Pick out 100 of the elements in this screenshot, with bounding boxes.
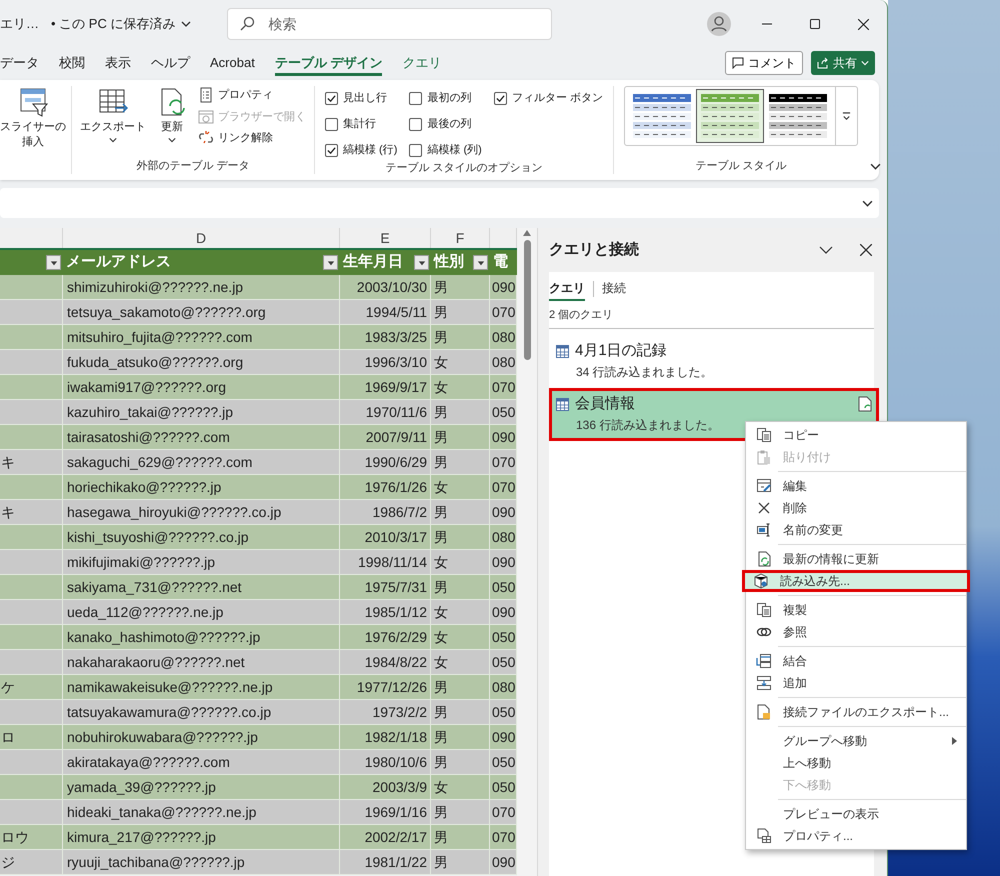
table-cell-text: 080 [492, 328, 516, 346]
ribbon-tab[interactable]: 表示 [105, 50, 131, 76]
table-cell-text: 050 [492, 628, 516, 646]
query-name: 4月1日の記録 [575, 340, 667, 361]
avatar-icon[interactable] [707, 12, 731, 36]
table-cell-text: 1982/1/18 [364, 728, 427, 746]
ribbon-tab[interactable]: ヘルプ [151, 50, 190, 76]
menu-item: 下へ移動 [782, 777, 832, 794]
menu-item[interactable]: 複製 [746, 599, 966, 621]
table-cell-text: 男 [434, 402, 448, 422]
filter-button[interactable] [473, 255, 488, 270]
table-icon [556, 344, 569, 358]
table-cell-text: 2002/2/17 [364, 828, 427, 846]
menu-item[interactable]: 削除 [746, 497, 966, 519]
table-cell-text: 090 [492, 602, 516, 622]
table-cell-text: ケ [1, 678, 15, 696]
checkbox[interactable]: フィルター ボタン [494, 88, 603, 108]
comment-button[interactable]: コメント [725, 51, 803, 75]
menu-item[interactable]: 編集 [746, 475, 966, 497]
column-header: 生年月日 [343, 252, 403, 272]
close-icon [858, 18, 868, 30]
filter-button[interactable] [323, 255, 338, 270]
menu-item[interactable]: 最新の情報に更新 [746, 548, 966, 570]
ribbon-tab[interactable]: データ [0, 50, 39, 76]
filter-button[interactable] [46, 255, 61, 270]
menu-item[interactable]: 上へ移動 [746, 752, 966, 774]
table-cell-text: tairasatoshi@??????.com [67, 428, 230, 446]
ribbon-button[interactable]: リンク解除 [198, 130, 306, 146]
checkmark-icon [327, 146, 336, 154]
menu-item[interactable]: 接続ファイルのエクスポート... [746, 701, 966, 723]
table-cell-text: 1976/1/26 [364, 478, 427, 496]
edit-icon [756, 478, 772, 494]
ribbon-tab[interactable]: テーブル デザイン [274, 50, 382, 76]
table-cell-text: 男 [434, 428, 448, 446]
checkbox[interactable]: 見出し行 [325, 88, 398, 108]
search-field[interactable]: 検索 [227, 8, 552, 40]
table-cell-text: 1969/1/16 [364, 802, 427, 822]
table-cell-text: horiechikako@??????.jp [67, 478, 222, 497]
checkbox[interactable]: 縞模様 (行) [325, 140, 398, 160]
table-cell-text: 090 [492, 552, 516, 572]
minimize-icon [762, 23, 772, 25]
insert-slicer-button[interactable]: スライサーの 挿入 [0, 86, 66, 150]
pane-tab[interactable]: 接続 [602, 276, 626, 300]
table-cell-text: shimizuhiroki@??????.ne.jp [67, 278, 244, 297]
table-cell-text: 女 [434, 352, 448, 372]
table-cell-text: 男 [434, 278, 448, 296]
export-button[interactable]: エクスポート [80, 86, 146, 158]
document-refresh-icon[interactable] [858, 396, 872, 412]
menu-item[interactable]: プロパティ... [746, 825, 966, 847]
table-cell-text: iwakami917@??????.org [67, 378, 226, 397]
table-cell-text: fukuda_atsuko@??????.org [67, 352, 244, 372]
menu-item[interactable]: 名前の変更 [746, 519, 966, 541]
document-icon [756, 704, 772, 720]
filter-button[interactable] [414, 255, 429, 270]
table-cell-text: 1990/6/29 [364, 452, 427, 472]
checkbox[interactable]: 縞模様 (列) [409, 140, 482, 160]
ribbon-tab[interactable]: クエリ [402, 50, 442, 76]
query-name: 会員情報 [575, 394, 635, 414]
table-cell-text: 1981/1/22 [364, 852, 427, 872]
share-button[interactable]: 共有 [811, 51, 875, 75]
save-status-dropdown[interactable]: • この PC に保存済み [51, 14, 192, 34]
caret-icon [326, 258, 334, 266]
scroll-up-arrow-icon[interactable] [523, 230, 531, 236]
table-cell-text: 1973/2/2 [372, 702, 427, 722]
table-cell-text: 男 [434, 528, 448, 546]
query-status: 136 行読み込まれました。 [576, 417, 720, 434]
table-cell-text: 090 [492, 728, 516, 746]
column-letter: E [380, 228, 390, 248]
column-header: 性別 [434, 252, 464, 272]
copy-icon [756, 602, 772, 618]
checkbox[interactable]: 最後の列 [409, 114, 482, 134]
table-cell-text: 1976/2/29 [364, 628, 427, 646]
search-icon [239, 16, 256, 32]
table-cell-text: tetsuya_sakamoto@??????.org [67, 302, 266, 322]
pane-tab[interactable]: クエリ [549, 276, 585, 300]
table-cell-text: 1994/5/11 [366, 302, 427, 322]
refresh-button[interactable]: 更新 [156, 86, 188, 158]
menu-item[interactable]: 追加 [746, 672, 966, 694]
table-cell-text: 女 [434, 628, 448, 646]
table-cell-text: 090 [492, 502, 516, 522]
checkbox[interactable]: 最初の列 [409, 88, 482, 108]
menu-item[interactable]: 参照 [746, 621, 966, 643]
ribbon-tab[interactable]: Acrobat [210, 50, 255, 76]
ribbon-button[interactable]: プロパティ [198, 87, 306, 104]
table-cell-text: キ [1, 452, 15, 472]
menu-item[interactable]: グループへ移動 [746, 730, 966, 752]
checkbox[interactable]: 集計行 [325, 114, 398, 134]
menu-item[interactable]: 結合 [746, 650, 966, 672]
table-cell-text: 070 [492, 478, 516, 496]
table-cell-text: 男 [434, 302, 448, 322]
table-cell-text: 1970/11/6 [366, 402, 427, 422]
menu-item[interactable]: プレビューの表示 [746, 803, 966, 825]
ribbon-tab[interactable]: 校閲 [59, 50, 85, 76]
table-cell-text: 070 [492, 802, 516, 822]
column-letter: F [456, 228, 464, 248]
menu-item[interactable]: 読み込み先... [742, 570, 970, 592]
table-cell-text: 女 [434, 478, 448, 496]
scrollbar-thumb[interactable] [524, 240, 530, 360]
caret-icon [181, 19, 192, 29]
table-cell-text: mikifujimaki@??????.jp [67, 552, 216, 572]
